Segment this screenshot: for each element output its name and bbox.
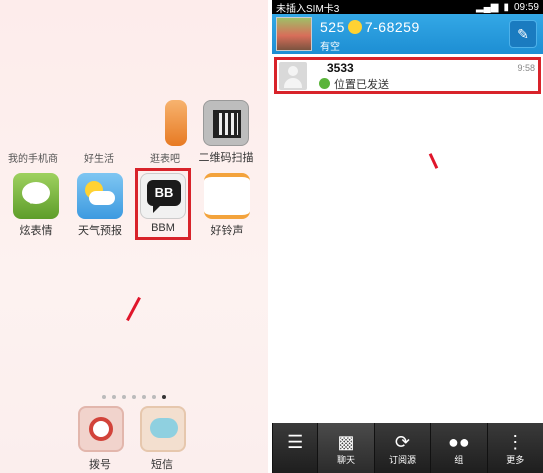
weather-icon	[77, 173, 123, 219]
chat-icon: ▩	[337, 432, 355, 452]
app-weather[interactable]: 天气预报	[70, 173, 130, 238]
app-emoji[interactable]: 炫表情	[6, 173, 66, 238]
screenshot-composite: 我的手机商 好生活 逛表吧 二维码扫描 炫表情 天气预报 BB BBM 好铃声	[0, 0, 543, 473]
bbm-highlight-box	[135, 168, 191, 240]
tab-more[interactable]: ⋮ 更多	[486, 423, 543, 473]
app-ringtone[interactable]: 好铃声	[197, 173, 257, 238]
partial-app-label: 逛表吧	[150, 154, 180, 165]
group-icon: ●●	[448, 432, 470, 452]
annotation-mark	[428, 153, 439, 169]
signal-icon: ▂▄▆	[475, 1, 499, 13]
app-partial-orange[interactable]	[165, 100, 195, 146]
carrier-label: 未插入SIM卡3	[276, 3, 340, 15]
bottom-tab-bar: ☰ ▩ 聊天 ⟳ 订阅源 ●● 组 ⋮ 更多	[272, 423, 543, 473]
app-label: 炫表情	[19, 225, 53, 237]
app-icon	[165, 100, 187, 146]
ringtone-icon	[204, 173, 250, 219]
tab-chats[interactable]: ▩ 聊天	[317, 423, 374, 473]
smiley-icon	[347, 20, 362, 34]
menu-icon: ☰	[287, 432, 304, 452]
dock-label: 拨号	[89, 459, 111, 471]
app-label: 天气预报	[78, 225, 122, 237]
chat-last-message: 位置已发送	[334, 79, 389, 91]
dial-icon	[89, 417, 113, 441]
profile-header[interactable]: 525 7-68259 有空 ✎	[272, 14, 543, 54]
app-label: 好铃声	[210, 225, 244, 237]
smiley-icon	[13, 173, 59, 219]
app-qr-scanner[interactable]: 二维码扫描	[196, 100, 256, 165]
status-bar: 未插入SIM卡3 ▂▄▆ ▮ 09:59	[272, 0, 543, 15]
delivered-check-icon	[319, 78, 330, 89]
page-indicator	[102, 386, 172, 404]
bbm-screen: 未插入SIM卡3 ▂▄▆ ▮ 09:59 525 7-68259 有空 ✎ 353…	[272, 0, 543, 473]
chat-timestamp: 9:58	[517, 63, 535, 73]
qr-code-icon	[203, 100, 249, 146]
app-label: 二维码扫描	[198, 152, 254, 164]
message-icon	[150, 418, 178, 438]
annotation-mark	[126, 296, 141, 322]
clock-time: 09:59	[513, 1, 539, 13]
tab-groups[interactable]: ●● 组	[430, 423, 486, 473]
dock-sms-button[interactable]	[140, 406, 186, 452]
tab-menu[interactable]: ☰	[272, 423, 317, 473]
chat-contact-name: 3533	[327, 61, 354, 75]
new-chat-button[interactable]: ✎	[509, 20, 537, 48]
chat-list-item[interactable]: 3533 位置已发送 9:58	[274, 57, 541, 94]
partial-app-label: 好生活	[84, 154, 114, 165]
dock-dialer-button[interactable]	[78, 406, 124, 452]
battery-icon: ▮	[503, 1, 509, 13]
refresh-icon: ⟳	[394, 432, 410, 452]
profile-status: 有空	[320, 42, 340, 53]
more-icon: ⋮	[506, 432, 525, 452]
avatar[interactable]	[276, 17, 312, 51]
contact-avatar-icon	[279, 62, 307, 90]
partial-app-label: 我的手机商	[8, 154, 58, 165]
tab-feeds[interactable]: ⟳ 订阅源	[373, 423, 430, 473]
home-screen: 我的手机商 好生活 逛表吧 二维码扫描 炫表情 天气预报 BB BBM 好铃声	[0, 0, 268, 473]
profile-name: 525 7-68259	[320, 19, 420, 35]
dock-label: 短信	[151, 459, 173, 471]
